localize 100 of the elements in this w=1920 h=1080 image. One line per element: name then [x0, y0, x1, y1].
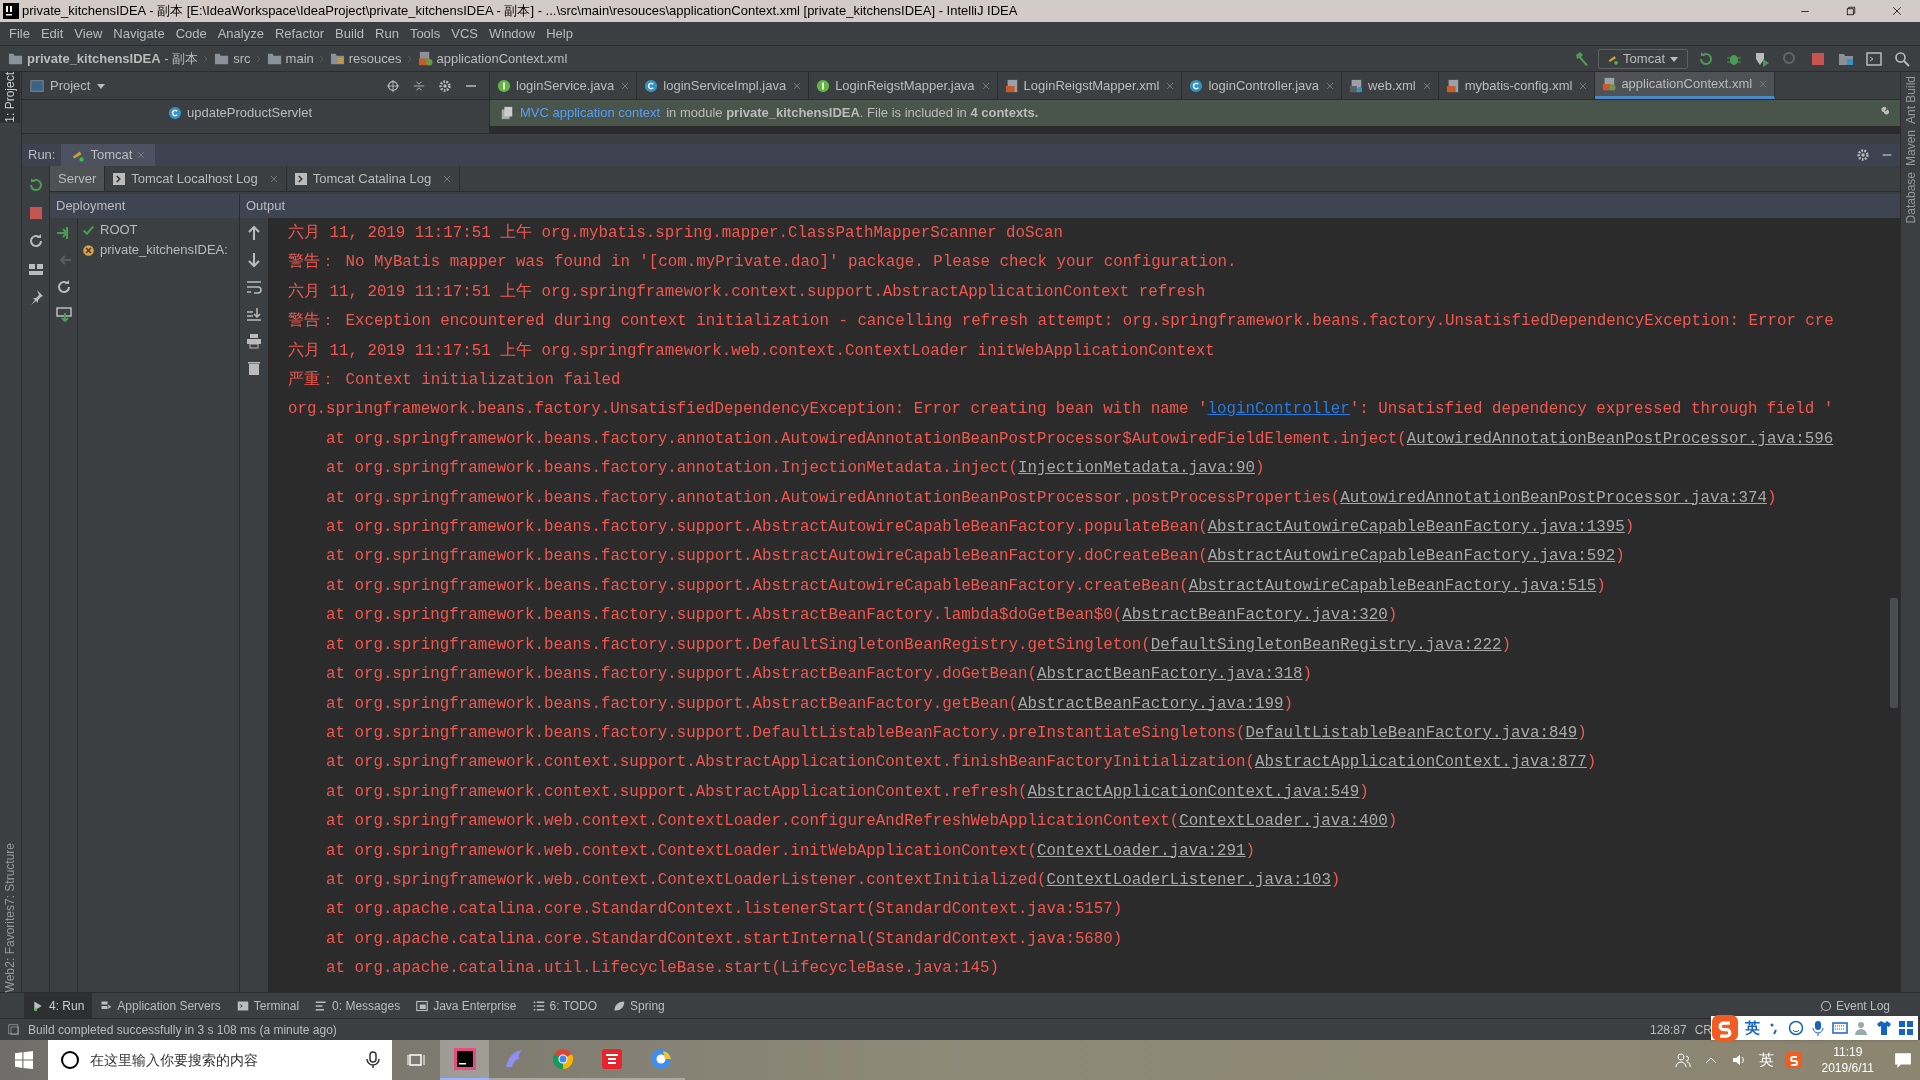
- clock-time[interactable]: 11:19: [1833, 1044, 1863, 1060]
- scroll-to-end-button[interactable]: [245, 305, 263, 323]
- tree-item[interactable]: updateProductServlet: [187, 103, 313, 123]
- language-indicator[interactable]: 英: [1758, 1048, 1774, 1072]
- search-icon: [60, 1050, 80, 1070]
- run-tab[interactable]: Tomcat: [61, 144, 156, 166]
- source-link[interactable]: AbstractApplicationContext.java:549: [1027, 777, 1360, 808]
- tool-window-tab[interactable]: Database: [1901, 172, 1920, 224]
- log-link[interactable]: loginController: [1207, 395, 1350, 425]
- menu-item[interactable]: Refactor: [269, 23, 330, 44]
- tool-window-tab[interactable]: 2: Favorites: [0, 904, 20, 968]
- taskbar-search-box[interactable]: 在这里输入你要搜索的内容: [48, 1040, 392, 1080]
- close-icon[interactable]: [1759, 80, 1768, 88]
- grid-icon: [1898, 1020, 1914, 1036]
- close-icon[interactable]: [793, 81, 802, 90]
- tool-window-tab[interactable]: Java Enterprise: [408, 993, 525, 1018]
- log-text: at org.springframework.beans.factory.support.AbstractAutowireCapableBeanFactory.populateBean(: [326, 517, 1208, 539]
- close-icon[interactable]: [1422, 81, 1431, 90]
- source-link[interactable]: AutowiredAnnotationBeanPostProcessor.java:596: [1406, 424, 1834, 455]
- scrollbar-thumb[interactable]: [1890, 598, 1898, 708]
- context-link[interactable]: MVC application context: [520, 103, 661, 123]
- trash-button[interactable]: [245, 359, 263, 377]
- event-log-tab[interactable]: Event Log: [1819, 996, 1890, 1015]
- close-icon[interactable]: [1166, 81, 1175, 90]
- menu-item[interactable]: VCS: [446, 23, 483, 44]
- search-input[interactable]: 在这里输入你要搜索的内容: [90, 1040, 356, 1080]
- source-link[interactable]: AbstractAutowireCapableBeanFactory.java:515: [1188, 571, 1597, 602]
- ide-app-button[interactable]: [440, 1040, 489, 1080]
- source-link[interactable]: AbstractBeanFactory.java:199: [1018, 689, 1284, 719]
- editor-tab[interactable]: loginController.java: [1182, 72, 1343, 99]
- editor-tab[interactable]: LoginReigstMapper.java: [809, 72, 998, 99]
- editor-tab[interactable]: loginServiceImpl.java: [637, 72, 810, 99]
- run-configuration-dropdown[interactable]: Tomcat: [1598, 48, 1688, 69]
- log-text: ): [1387, 811, 1398, 833]
- people-icon: [1674, 1052, 1691, 1068]
- source-link[interactable]: AbstractApplicationContext.java:877: [1255, 748, 1587, 778]
- source-link[interactable]: AbstractAutowireCapableBeanFactory.java:1395: [1207, 513, 1625, 543]
- editor-tab[interactable]: LoginReigstMapper.xml: [997, 72, 1183, 99]
- menu-item[interactable]: Tools: [404, 23, 446, 44]
- project-view-dropdown[interactable]: Project: [50, 75, 107, 96]
- menu-item[interactable]: Navigate: [108, 23, 170, 44]
- tool-window-tab[interactable]: 0: Messages: [307, 993, 409, 1018]
- close-icon[interactable]: [137, 151, 146, 159]
- close-icon[interactable]: [269, 174, 278, 183]
- close-icon[interactable]: [1579, 81, 1588, 90]
- clock-date[interactable]: 2019/6/11: [1821, 1060, 1874, 1076]
- source-link[interactable]: AutowiredAnnotationBeanPostProcessor.java:374: [1340, 483, 1767, 514]
- source-link[interactable]: AbstractAutowireCapableBeanFactory.java:592: [1207, 542, 1616, 572]
- menu-item[interactable]: View: [69, 23, 108, 44]
- print-button[interactable]: [245, 332, 263, 350]
- source-link[interactable]: AbstractBeanFactory.java:320: [1122, 601, 1388, 631]
- menu-item[interactable]: File: [4, 23, 35, 44]
- menu-item[interactable]: Code: [170, 23, 212, 44]
- soft-wrap-button[interactable]: [245, 278, 263, 296]
- menu-item[interactable]: Window: [483, 23, 541, 44]
- line-separator[interactable]: CR: [1694, 1020, 1712, 1039]
- menu-item[interactable]: Build: [330, 23, 369, 44]
- project-icon: [30, 78, 44, 93]
- menu-item[interactable]: Edit: [35, 23, 69, 44]
- tool-window-tab[interactable]: Application Servers: [92, 993, 229, 1018]
- breadcrumb-item[interactable]: applicationContext.xml: [436, 48, 568, 69]
- tool-window-tab[interactable]: 4: Run: [24, 993, 93, 1018]
- deployment-item[interactable]: private_kitchensIDEA:: [100, 240, 228, 260]
- breadcrumb-item[interactable]: src: [233, 48, 251, 69]
- editor-tab[interactable]: loginService.java: [490, 72, 638, 99]
- menu-item[interactable]: Analyze: [212, 23, 269, 44]
- source-link[interactable]: ContextLoaderListener.java:103: [1046, 865, 1331, 896]
- source-link[interactable]: DefaultListableBeanFactory.java:849: [1245, 718, 1578, 749]
- log-tab[interactable]: Server: [50, 166, 106, 191]
- deploy-all-button[interactable]: [54, 305, 73, 323]
- menu-item[interactable]: Help: [541, 23, 578, 44]
- close-icon[interactable]: [981, 81, 990, 90]
- deployment-item[interactable]: ROOT: [100, 220, 138, 240]
- breadcrumb-item[interactable]: resouces: [348, 48, 402, 69]
- source-link[interactable]: ContextLoader.java:400: [1179, 807, 1388, 837]
- editor-tab[interactable]: applicationContext.xml: [1595, 72, 1776, 99]
- microphone-icon[interactable]: [366, 1051, 380, 1069]
- scroll-down-button[interactable]: [245, 251, 263, 269]
- tool-window-tab[interactable]: Terminal: [228, 993, 308, 1018]
- input-mode-label[interactable]: 英: [1745, 1016, 1760, 1040]
- close-icon[interactable]: [621, 81, 630, 90]
- breadcrumb-item[interactable]: private_kitchensIDEA - 副本: [27, 48, 199, 69]
- close-icon[interactable]: [443, 174, 452, 183]
- tool-window-tab[interactable]: Maven: [1901, 130, 1920, 167]
- tool-window-tab[interactable]: Spring: [605, 993, 673, 1018]
- tool-window-tab[interactable]: 1: Project: [0, 72, 20, 123]
- source-link[interactable]: InjectionMetadata.java:90: [1018, 454, 1256, 484]
- breadcrumb-item[interactable]: main: [285, 48, 314, 69]
- log-icon: [294, 172, 307, 185]
- source-link[interactable]: DefaultSingletonBeanRegistry.java:222: [1150, 630, 1502, 661]
- source-link[interactable]: AbstractBeanFactory.java:318: [1037, 660, 1303, 690]
- tool-window-tab[interactable]: Web: [0, 967, 20, 992]
- menu-item[interactable]: Run: [370, 23, 404, 44]
- tool-window-tab[interactable]: 6: TODO: [524, 993, 606, 1018]
- close-icon[interactable]: [1326, 81, 1335, 90]
- tool-window-tab[interactable]: Ant Build: [1901, 76, 1920, 125]
- editor-tab[interactable]: web.xml: [1342, 72, 1439, 99]
- tool-window-tab[interactable]: 7: Structure: [0, 842, 20, 905]
- source-link[interactable]: ContextLoader.java:291: [1037, 836, 1246, 866]
- cursor-position[interactable]: 128:87: [1649, 1020, 1687, 1039]
